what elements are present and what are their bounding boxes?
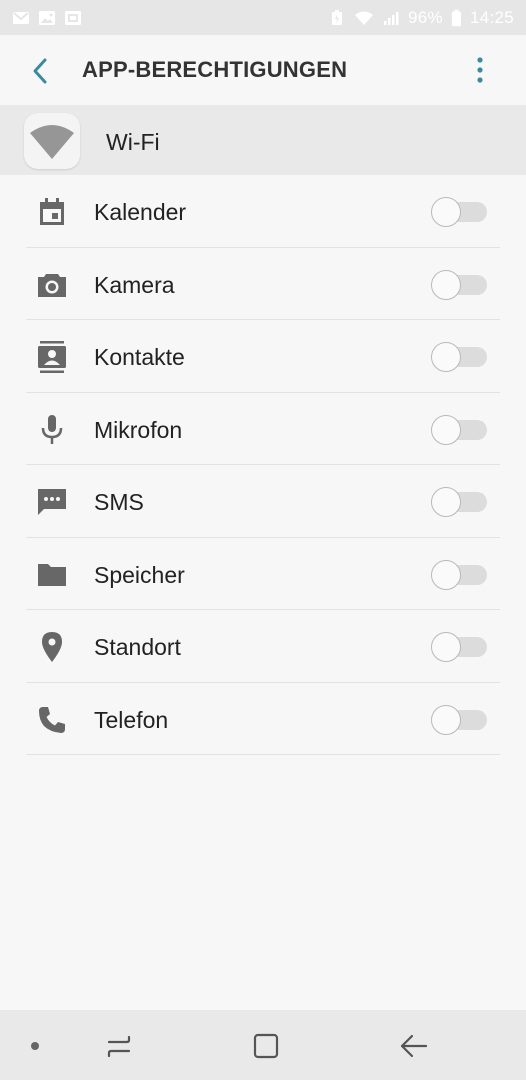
permission-row-standort[interactable]: Standort: [0, 610, 526, 683]
chevron-left-icon: [33, 58, 47, 84]
screenshot-icon: [65, 10, 81, 25]
recents-icon: [107, 1035, 131, 1058]
wifi-icon: [355, 11, 374, 25]
battery-saver-icon: [332, 9, 343, 25]
permission-list: Kalender Kamera Kontakte Mikrofon SMS Sp…: [0, 175, 526, 755]
more-options-button[interactable]: [466, 53, 494, 87]
phone-icon: [36, 704, 68, 736]
permission-row-mikrofon[interactable]: Mikrofon: [0, 393, 526, 466]
toggle-thumb: [431, 559, 461, 590]
permission-label: Kamera: [94, 271, 175, 298]
status-bar: 96% 14:25: [0, 0, 526, 35]
toggle-thumb: [431, 487, 461, 517]
permission-label: Standort: [94, 634, 181, 660]
battery-percentage: 96%: [408, 7, 443, 27]
permission-toggle[interactable]: [431, 197, 487, 227]
app-header: Wi-Fi: [0, 105, 526, 175]
signal-icon: [384, 11, 399, 25]
permission-label: Telefon: [94, 706, 169, 733]
permission-label: Mikrofon: [94, 416, 183, 443]
more-vert-icon: [477, 57, 483, 83]
app-bar: APP-BERECHTIGUNGEN: [0, 35, 526, 105]
location-icon: [36, 631, 68, 663]
back-icon: [400, 1034, 428, 1058]
recents-button[interactable]: [103, 1030, 135, 1062]
wifi-app-icon: [24, 113, 80, 169]
app-name: Wi-Fi: [106, 129, 160, 155]
microphone-icon: [36, 414, 68, 446]
permission-label: Speicher: [94, 561, 185, 588]
permission-toggle[interactable]: [431, 414, 487, 445]
permission-row-speicher[interactable]: Speicher: [0, 538, 526, 611]
gmail-icon: [13, 11, 29, 24]
nav-dot-icon[interactable]: [31, 1042, 39, 1050]
status-notifications: [12, 10, 82, 26]
camera-icon: [36, 269, 68, 301]
navigation-bar: [0, 1010, 526, 1080]
permission-row-kamera[interactable]: Kamera: [0, 248, 526, 321]
gallery-icon: [39, 10, 55, 25]
permission-row-sms[interactable]: SMS: [0, 465, 526, 538]
permission-row-kontakte[interactable]: Kontakte: [0, 320, 526, 393]
toggle-thumb: [431, 632, 461, 662]
permission-row-telefon[interactable]: Telefon: [0, 683, 526, 756]
back-nav-button[interactable]: [398, 1030, 430, 1062]
sms-icon: [36, 486, 68, 518]
toggle-thumb: [431, 704, 461, 735]
home-button[interactable]: [250, 1030, 282, 1062]
calendar-icon: [36, 196, 68, 228]
permission-toggle[interactable]: [431, 704, 487, 735]
permission-toggle[interactable]: [431, 632, 487, 662]
permission-label: SMS: [94, 489, 144, 515]
toggle-thumb: [431, 197, 461, 227]
toggle-thumb: [431, 269, 461, 300]
permission-toggle[interactable]: [431, 559, 487, 590]
status-system: 96% 14:25: [328, 8, 514, 28]
permission-row-kalender[interactable]: Kalender: [0, 175, 526, 248]
contacts-icon: [36, 341, 68, 373]
permission-label: Kontakte: [94, 344, 185, 370]
permission-toggle[interactable]: [431, 269, 487, 300]
permission-toggle[interactable]: [431, 342, 487, 372]
folder-icon: [36, 559, 68, 591]
home-icon: [253, 1033, 279, 1059]
permission-label: Kalender: [94, 199, 187, 225]
permission-toggle[interactable]: [431, 487, 487, 517]
battery-icon: [451, 9, 462, 26]
status-time: 14:25: [469, 7, 514, 27]
toggle-thumb: [431, 342, 461, 372]
toggle-thumb: [431, 414, 461, 445]
back-button[interactable]: [24, 55, 56, 87]
page-title: APP-BERECHTIGUNGEN: [82, 57, 348, 82]
